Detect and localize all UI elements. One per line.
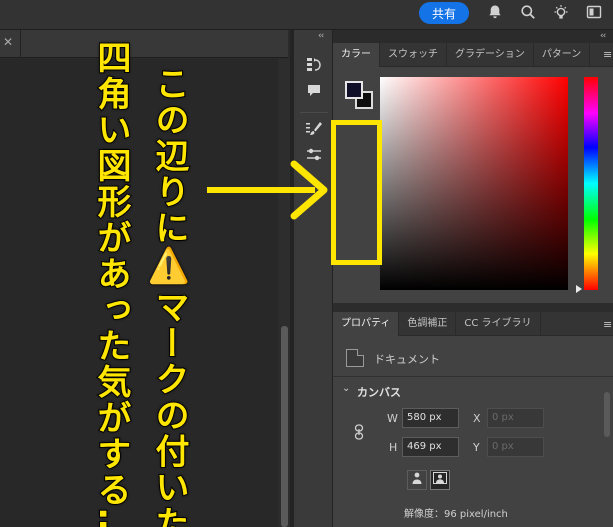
canvas-section-title[interactable]: カンバス (357, 384, 401, 400)
y-label: Y (473, 441, 480, 454)
width-label: W (387, 412, 398, 425)
hue-slider[interactable] (584, 77, 598, 290)
panel-scrollbar-thumb[interactable] (604, 392, 610, 437)
x-label: X (473, 412, 481, 425)
brush-settings-icon[interactable] (304, 120, 324, 140)
resolution-label: 解像度：96 pixel/inch (404, 509, 508, 520)
x-field[interactable]: 0 px (487, 408, 544, 428)
color-field[interactable] (380, 77, 568, 290)
link-icon[interactable] (353, 424, 365, 443)
height-label: H (389, 441, 398, 454)
collapse-arrows-icon[interactable]: ‹‹ (318, 31, 324, 41)
foreground-color-swatch[interactable] (345, 81, 363, 99)
scrollbar-thumb[interactable] (281, 326, 288, 527)
hue-slider-handle[interactable] (576, 285, 582, 293)
share-button[interactable]: 共有 (419, 2, 469, 24)
color-panel-tabs: カラー スウォッチ グラデーション パターン (333, 43, 613, 67)
portrait-orientation-button[interactable] (407, 470, 427, 490)
tab-adjustments[interactable]: 色調補正 (399, 312, 457, 336)
document-tab-bar (0, 30, 288, 58)
panel-icon-strip (294, 30, 333, 527)
comment-icon[interactable] (304, 82, 324, 102)
panel-separator (333, 303, 613, 312)
close-icon[interactable]: ✕ (3, 35, 13, 49)
tab-color[interactable]: カラー (333, 43, 380, 67)
collapse-arrows-icon[interactable]: ‹‹ (600, 31, 606, 41)
canvas-area[interactable] (0, 59, 278, 527)
panel-menu-icon[interactable]: ≡ (603, 48, 612, 61)
history-icon[interactable] (304, 56, 324, 76)
workspace-icon[interactable] (584, 4, 604, 24)
properties-panel-tabs: プロパティ 色調補正 CC ライブラリ (333, 312, 613, 336)
width-field[interactable]: 580 px (402, 408, 459, 428)
tab-cc-libraries[interactable]: CC ライブラリ (456, 312, 541, 336)
annotation-arrow-head (290, 160, 328, 220)
document-icon (346, 349, 364, 367)
tab-divider (20, 30, 21, 58)
tab-swatches[interactable]: スウォッチ (380, 43, 447, 67)
document-label: ドキュメント (374, 353, 440, 366)
divider (333, 376, 613, 377)
y-field[interactable]: 0 px (487, 437, 544, 457)
height-field[interactable]: 469 px (402, 437, 459, 457)
panel-menu-icon[interactable]: ≡ (603, 318, 612, 331)
tab-properties[interactable]: プロパティ (333, 312, 400, 336)
tab-gradients[interactable]: グラデーション (447, 43, 534, 67)
chevron-down-icon[interactable]: ⌄ (342, 383, 350, 394)
bell-icon[interactable] (485, 4, 505, 24)
separator (300, 112, 328, 113)
annotation-text-line-1: この辺りに⚠️マークの付いた (148, 65, 190, 527)
tab-patterns[interactable]: パターン (534, 43, 591, 67)
lightbulb-icon[interactable] (551, 4, 571, 24)
landscape-orientation-button[interactable] (430, 470, 450, 490)
highlight-box (331, 120, 382, 265)
search-icon[interactable] (518, 4, 538, 24)
annotation-text-line-2: 四角い図形があった気がする… (90, 39, 132, 527)
